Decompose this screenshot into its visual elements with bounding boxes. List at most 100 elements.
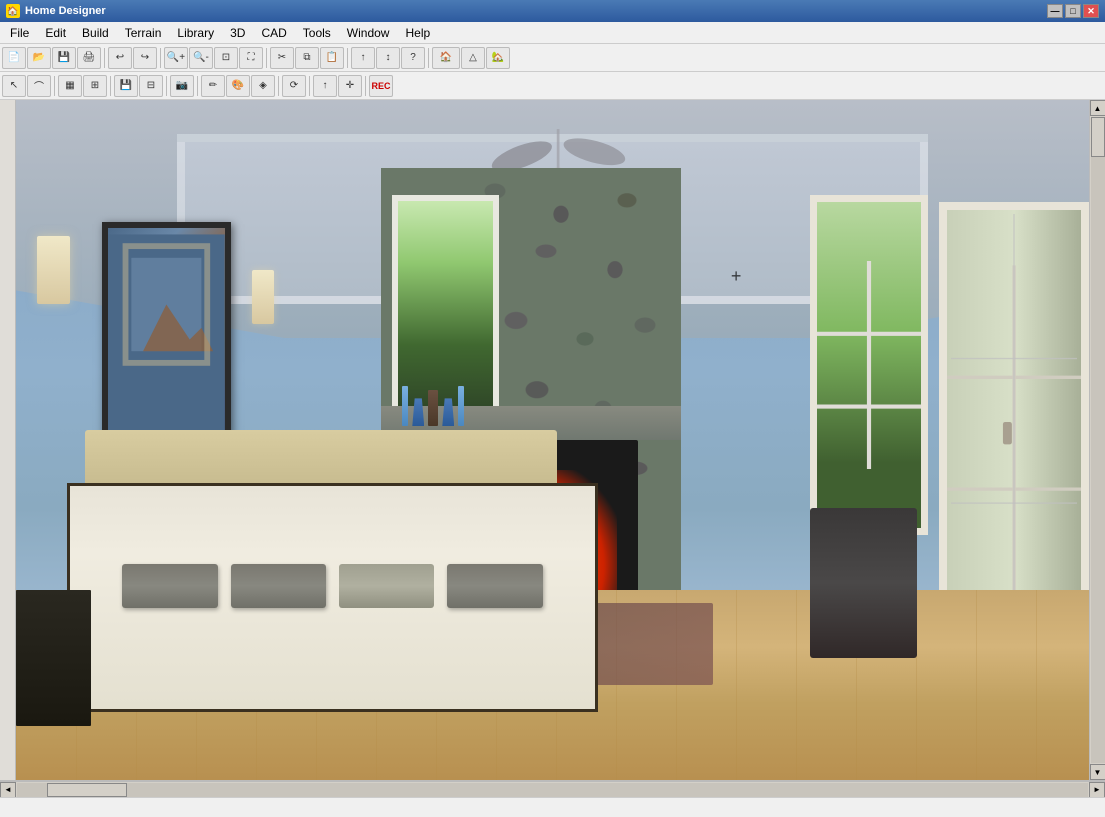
scrollbar-horizontal[interactable]: ◄ ► <box>0 781 1105 797</box>
menu-bar: File Edit Build Terrain Library 3D CAD T… <box>0 22 1105 44</box>
zoom-out-button[interactable]: 🔍- <box>189 47 213 69</box>
separator-5 <box>428 48 429 68</box>
app-title: Home Designer <box>25 5 106 17</box>
arrow-up-button[interactable]: ↑ <box>351 47 375 69</box>
menu-build[interactable]: Build <box>74 24 117 42</box>
menu-cad[interactable]: CAD <box>253 24 294 42</box>
save2-button[interactable]: 💾 <box>114 75 138 97</box>
separator-1 <box>104 48 105 68</box>
zoom-fit-button[interactable]: ⊡ <box>214 47 238 69</box>
maximize-button[interactable]: □ <box>1065 4 1081 18</box>
scrollbar-vertical[interactable]: ▲ ▼ <box>1089 100 1105 780</box>
rotate-tool[interactable]: ⟳ <box>282 75 306 97</box>
3d-view-button[interactable]: 🏠 <box>432 47 460 69</box>
menu-help[interactable]: Help <box>397 24 438 42</box>
canvas-area[interactable] <box>16 100 1089 780</box>
close-button[interactable]: ✕ <box>1083 4 1099 18</box>
move-tool[interactable]: ✛ <box>338 75 362 97</box>
separator-2 <box>160 48 161 68</box>
3d-scene <box>16 100 1089 780</box>
title-bar: 🏠 Home Designer — □ ✕ <box>0 0 1105 22</box>
toolbar-tools: ↖ ⌒ ▦ ⊞ 💾 ⊟ 📷 ✏ 🎨 ◈ ⟳ ↑ ✛ REC <box>0 72 1105 100</box>
separator-t2 <box>110 76 111 96</box>
wall-tool[interactable]: ▦ <box>58 75 82 97</box>
pillow-4 <box>447 564 543 609</box>
menu-library[interactable]: Library <box>169 24 222 42</box>
print-button[interactable]: 🖨 <box>77 47 101 69</box>
bottom-area: ◄ ► <box>0 780 1105 817</box>
toolbar-main: 📄 📂 💾 🖨 ↩ ↪ 🔍+ 🔍- ⊡ ⛶ ✂ ⧉ 📋 ↑ ↕ ? 🏠 △ 🏡 <box>0 44 1105 72</box>
separator-t5 <box>278 76 279 96</box>
vase-5 <box>458 386 464 426</box>
menu-edit[interactable]: Edit <box>37 24 74 42</box>
vase-1 <box>402 386 408 426</box>
arc-tool[interactable]: ⌒ <box>27 75 51 97</box>
app-icon: 🏠 <box>6 4 20 18</box>
wall-sconce-right <box>252 270 273 324</box>
title-left: 🏠 Home Designer <box>6 4 106 18</box>
paste-button[interactable]: 📋 <box>320 47 344 69</box>
wall-sconce-left <box>37 236 69 304</box>
save-button[interactable]: 💾 <box>52 47 76 69</box>
zoom-in-button[interactable]: 🔍+ <box>164 47 188 69</box>
separator-t3 <box>166 76 167 96</box>
vase-2 <box>412 398 424 426</box>
menu-tools[interactable]: Tools <box>295 24 339 42</box>
menu-3d[interactable]: 3D <box>222 24 253 42</box>
separator-t7 <box>365 76 366 96</box>
main-area: ▲ ▼ <box>0 100 1105 780</box>
scroll-thumb-vertical[interactable] <box>1091 117 1105 157</box>
scroll-track-horizontal[interactable] <box>17 783 1088 797</box>
bed-pillows <box>122 564 542 609</box>
scroll-left-button[interactable]: ◄ <box>0 782 16 798</box>
scroll-thumb-horizontal[interactable] <box>47 783 127 797</box>
title-buttons[interactable]: — □ ✕ <box>1047 4 1099 18</box>
new-button[interactable]: 📄 <box>2 47 26 69</box>
separator-t6 <box>309 76 310 96</box>
separator-4 <box>347 48 348 68</box>
separator-t4 <box>197 76 198 96</box>
pencil-tool[interactable]: ✏ <box>201 75 225 97</box>
undo-button[interactable]: ↩ <box>108 47 132 69</box>
select-tool[interactable]: ↖ <box>2 75 26 97</box>
pillow-2 <box>231 564 327 609</box>
camera-button[interactable]: 📷 <box>170 75 194 97</box>
ruler-vertical <box>0 100 16 780</box>
house-button[interactable]: 🏡 <box>486 47 510 69</box>
floor-tool[interactable]: ⊞ <box>83 75 107 97</box>
copy-button[interactable]: ⧉ <box>295 47 319 69</box>
open-button[interactable]: 📂 <box>27 47 51 69</box>
minimize-button[interactable]: — <box>1047 4 1063 18</box>
scroll-right-button[interactable]: ► <box>1089 782 1105 798</box>
scene-cursor <box>735 270 751 286</box>
vase-4 <box>442 398 454 426</box>
status-bar <box>0 797 1105 817</box>
pillow-1 <box>122 564 218 609</box>
zoom-full-button[interactable]: ⛶ <box>239 47 263 69</box>
redo-button[interactable]: ↪ <box>133 47 157 69</box>
arrow2-tool[interactable]: ↑ <box>313 75 337 97</box>
vase-3 <box>428 390 438 426</box>
layout-button[interactable]: ⊟ <box>139 75 163 97</box>
material-tool[interactable]: ◈ <box>251 75 275 97</box>
bed <box>37 406 627 712</box>
separator-t1 <box>54 76 55 96</box>
menu-window[interactable]: Window <box>339 24 398 42</box>
scroll-down-button[interactable]: ▼ <box>1090 764 1105 780</box>
rec-button[interactable]: REC <box>369 75 393 97</box>
menu-terrain[interactable]: Terrain <box>117 24 170 42</box>
scroll-up-button[interactable]: ▲ <box>1090 100 1105 116</box>
window-right <box>810 195 928 535</box>
pillow-3 <box>339 564 435 609</box>
bed-frame <box>67 483 598 713</box>
dimensions-button[interactable]: ↕ <box>376 47 400 69</box>
roof-button[interactable]: △ <box>461 47 485 69</box>
cut-button[interactable]: ✂ <box>270 47 294 69</box>
armchair <box>810 508 917 658</box>
help-button[interactable]: ? <box>401 47 425 69</box>
nightstand <box>16 590 91 726</box>
color-tool[interactable]: 🎨 <box>226 75 250 97</box>
mantle-decor <box>402 372 681 426</box>
menu-file[interactable]: File <box>2 24 37 42</box>
scroll-track-vertical[interactable] <box>1091 117 1105 763</box>
